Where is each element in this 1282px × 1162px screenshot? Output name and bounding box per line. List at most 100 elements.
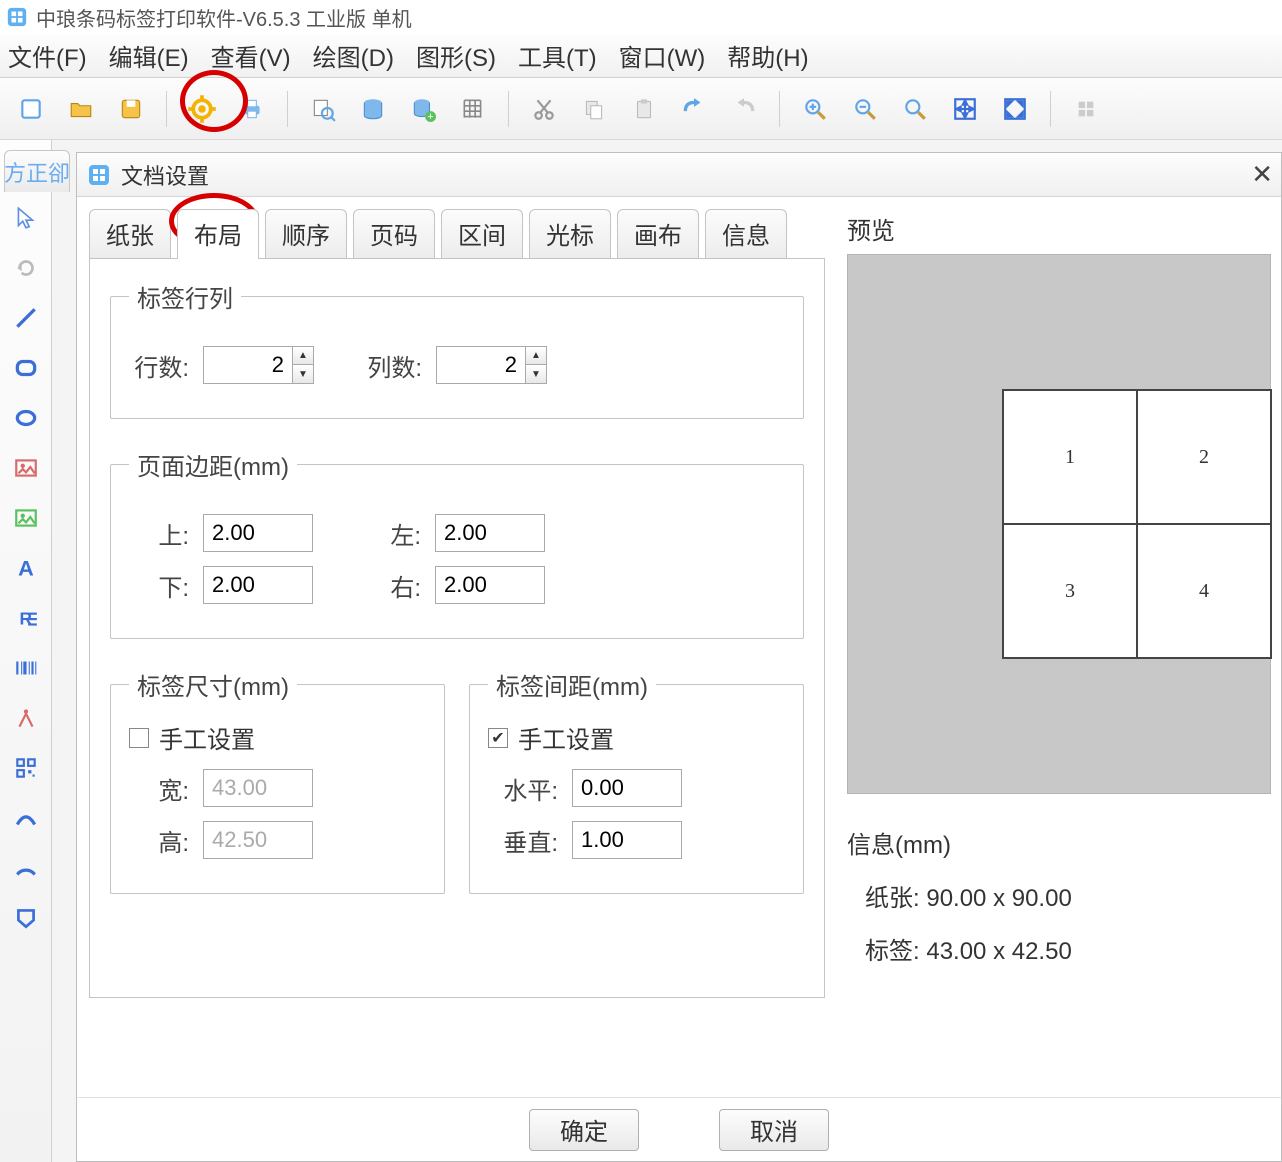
margin-bottom-input[interactable] [203,566,313,604]
database-add-button[interactable]: + [404,90,442,128]
compass-tool[interactable] [6,698,46,738]
rotate-tool[interactable] [6,248,46,288]
settings-button[interactable] [183,90,221,128]
paste-button[interactable] [625,90,663,128]
barcode-tool[interactable] [6,648,46,688]
tab-range[interactable]: 区间 [441,209,523,259]
size-manual-checkbox[interactable]: 手工设置 [129,720,426,755]
cut-button[interactable] [525,90,563,128]
margin-top-input[interactable] [203,514,313,552]
new-doc-button[interactable] [12,90,50,128]
line-tool[interactable] [6,298,46,338]
margin-legend: 页面边距(mm) [129,447,297,482]
gap-h-input[interactable] [572,769,682,807]
menu-tool[interactable]: 工具(T) [518,38,597,73]
gap-manual-checkbox[interactable]: ✔ 手工设置 [488,720,785,755]
height-label: 高: [129,823,189,858]
zoom-button[interactable] [896,90,934,128]
preview-area: 1 2 3 4 [847,254,1271,794]
menu-window[interactable]: 窗口(W) [619,38,706,73]
info-label-value: 43.00 x 42.50 [926,938,1071,965]
dialog-icon [87,163,111,187]
qrcode-tool[interactable] [6,748,46,788]
round-rect-tool[interactable] [6,348,46,388]
open-button[interactable] [62,90,100,128]
text-tool[interactable]: A [6,548,46,588]
dialog-title-text: 文档设置 [121,159,209,191]
preview-cell-1: 1 [1003,390,1137,524]
undo-button[interactable] [675,90,713,128]
dialog-footer: 确定 取消 [77,1097,1281,1161]
zoom-out-button[interactable] [846,90,884,128]
gap-manual-label: 手工设置 [518,720,614,755]
layout-panel: 标签行列 行数: ▲▼ 列数: ▲▼ [89,258,825,998]
select-tool[interactable] [6,198,46,238]
image-tool[interactable] [6,448,46,488]
cols-spinner[interactable]: ▲▼ [526,346,547,384]
tab-layout[interactable]: 布局 [177,209,259,259]
menu-file[interactable]: 文件(F) [8,38,87,73]
svg-text:+: + [427,110,433,121]
richtext-tool[interactable]: R [6,598,46,638]
copy-button[interactable] [575,90,613,128]
gap-group: 标签间距(mm) ✔ 手工设置 水平: 垂直: [469,667,804,894]
document-tab[interactable]: 方正卻 [4,150,70,192]
tab-page[interactable]: 页码 [353,209,435,259]
preview-cell-3: 3 [1003,524,1137,658]
menu-view[interactable]: 查看(V) [211,38,291,73]
polygon-tool[interactable] [6,898,46,938]
tab-info[interactable]: 信息 [705,209,787,259]
tab-cursor[interactable]: 光标 [529,209,611,259]
picture-tool[interactable] [6,498,46,538]
margin-left-label: 左: [361,516,421,551]
gap-legend: 标签间距(mm) [488,667,656,702]
margin-top-label: 上: [129,516,189,551]
ellipse-tool[interactable] [6,398,46,438]
menu-draw[interactable]: 绘图(D) [313,38,394,73]
cols-input[interactable] [436,346,526,384]
title-bar: 中琅条码标签打印软件-V6.5.3 工业版 单机 [0,0,1282,34]
menu-edit[interactable]: 编辑(E) [109,38,189,73]
print-preview-button[interactable] [304,90,342,128]
fit-window-button[interactable] [946,90,984,128]
gap-v-input[interactable] [572,821,682,859]
fullscreen-button[interactable] [996,90,1034,128]
size-group: 标签尺寸(mm) 手工设置 宽: 高: [110,667,445,894]
rowcol-legend: 标签行列 [129,279,241,314]
rows-label: 行数: [129,348,189,383]
width-label: 宽: [129,771,189,806]
margin-right-label: 右: [361,568,421,603]
info-paper-value: 90.00 x 90.00 [926,885,1071,912]
tab-paper[interactable]: 纸张 [89,209,171,259]
close-icon[interactable]: ✕ [1251,159,1273,190]
save-button[interactable] [112,90,150,128]
more-button[interactable] [1067,90,1105,128]
rows-spinner[interactable]: ▲▼ [293,346,314,384]
dialog-tabs: 纸张 布局 顺序 页码 区间 光标 画布 信息 [77,197,837,259]
database-button[interactable] [354,90,392,128]
redo-button[interactable] [725,90,763,128]
print-button[interactable] [233,90,271,128]
margin-group: 页面边距(mm) 上: 左: 下: 右: [110,447,804,639]
cancel-button[interactable]: 取消 [719,1109,829,1151]
tab-order[interactable]: 顺序 [265,209,347,259]
margin-right-input[interactable] [435,566,545,604]
menu-help[interactable]: 帮助(H) [727,38,808,73]
tab-canvas[interactable]: 画布 [617,209,699,259]
dialog-title-bar: 文档设置 ✕ [77,153,1281,197]
preview-cell-2: 2 [1137,390,1271,524]
margin-left-input[interactable] [435,514,545,552]
info-title: 信息(mm) [847,820,1271,873]
curve-tool[interactable] [6,798,46,838]
grid-button[interactable] [454,90,492,128]
gap-v-label: 垂直: [488,823,558,858]
ok-button[interactable]: 确定 [529,1109,639,1151]
zoom-in-button[interactable] [796,90,834,128]
rows-input[interactable] [203,346,293,384]
menu-bar: 文件(F) 编辑(E) 查看(V) 绘图(D) 图形(S) 工具(T) 窗口(W… [0,34,1282,78]
checkbox-icon [129,728,149,748]
menu-graphic[interactable]: 图形(S) [416,38,496,73]
arc-tool[interactable] [6,848,46,888]
rowcol-group: 标签行列 行数: ▲▼ 列数: ▲▼ [110,279,804,419]
checkbox-icon-checked: ✔ [488,728,508,748]
